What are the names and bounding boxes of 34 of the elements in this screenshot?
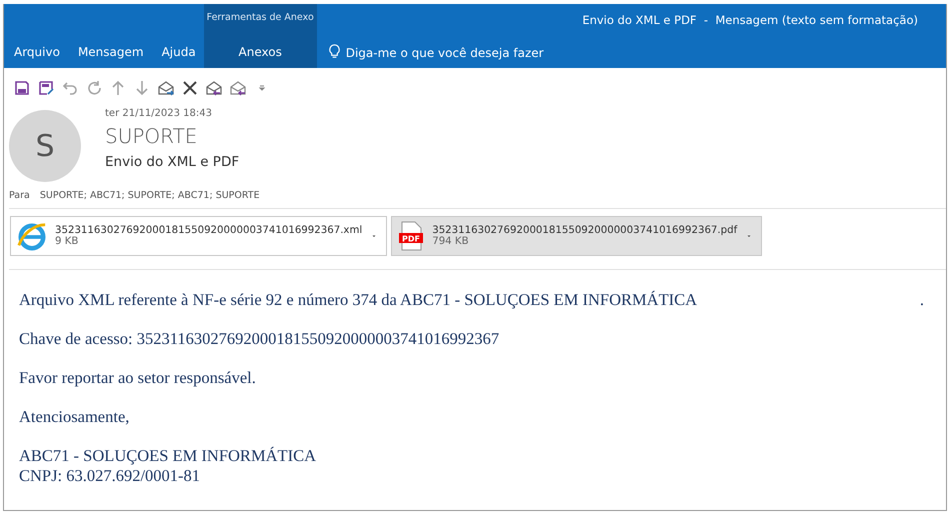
body-text: CNPJ: 63.027.692/0001-81 xyxy=(19,466,202,486)
file-size: 9 KB xyxy=(55,236,80,247)
body-text: Arquivo XML referente à NF-e série 92 e número 374 da ABC71 - SOLUÇOES EM INFORMÁTICA xyxy=(19,290,698,310)
ribbon-tab[interactable]: Mensagem xyxy=(68,4,152,68)
save-edit-icon[interactable] xyxy=(38,80,54,96)
file-name: 35231163027692000181550920000003741016992367.pdf xyxy=(432,225,738,236)
body-text: . xyxy=(920,290,924,310)
file-name: 35231163027692000181550920000003741016992367.xml xyxy=(55,225,362,236)
ribbon-tab[interactable]: Ferramentas de Anexo Anexos xyxy=(204,4,317,68)
to-label: Para xyxy=(9,190,30,201)
subject-text: Envio do XML e PDF xyxy=(105,154,240,170)
attachment-card[interactable]: PDF 35231163027692000181550920000003741016992367.pdf 794 KB xyxy=(391,216,762,256)
body-text: Chave de acesso: 35231163027692000181550920000003741016992367 xyxy=(19,329,500,349)
window-title: Envio do XML e PDF - Mensagem (texto sem formatação) xyxy=(582,13,918,27)
reply-icon[interactable] xyxy=(206,80,222,96)
file-size: 794 KB xyxy=(432,236,469,247)
ribbon-tab[interactable]: Ajuda xyxy=(152,4,204,68)
recipients-text: SUPORTE; ABC71; SUPORTE; ABC71; SUPORTE xyxy=(40,190,260,201)
ribbon-tab[interactable]: Arquivo xyxy=(4,4,68,68)
sender-name: SUPORTE xyxy=(105,124,198,148)
body-text: ABC71 - SOLUÇOES EM INFORMÁTICA xyxy=(19,446,318,466)
context-group-label: Ferramentas de Anexo xyxy=(206,12,314,23)
tell-me-search[interactable]: Diga-me o que você deseja fazer xyxy=(316,4,544,68)
avatar: S xyxy=(9,110,81,182)
save-icon[interactable] xyxy=(14,80,30,96)
lightbulb-icon[interactable] xyxy=(326,43,342,60)
body-text: Atenciosamente, xyxy=(19,407,130,427)
browser-e-icon xyxy=(17,221,47,251)
body-text: Favor reportar ao setor responsável. xyxy=(19,368,257,388)
date-text: ter 21/11/2023 18:43 xyxy=(105,108,213,119)
reply-all-icon[interactable] xyxy=(230,80,246,96)
attachment-card[interactable]: 35231163027692000181550920000003741016992367.xml 9 KB xyxy=(10,216,388,256)
delete-icon[interactable] xyxy=(182,80,198,96)
envelope-icon[interactable] xyxy=(158,80,174,96)
